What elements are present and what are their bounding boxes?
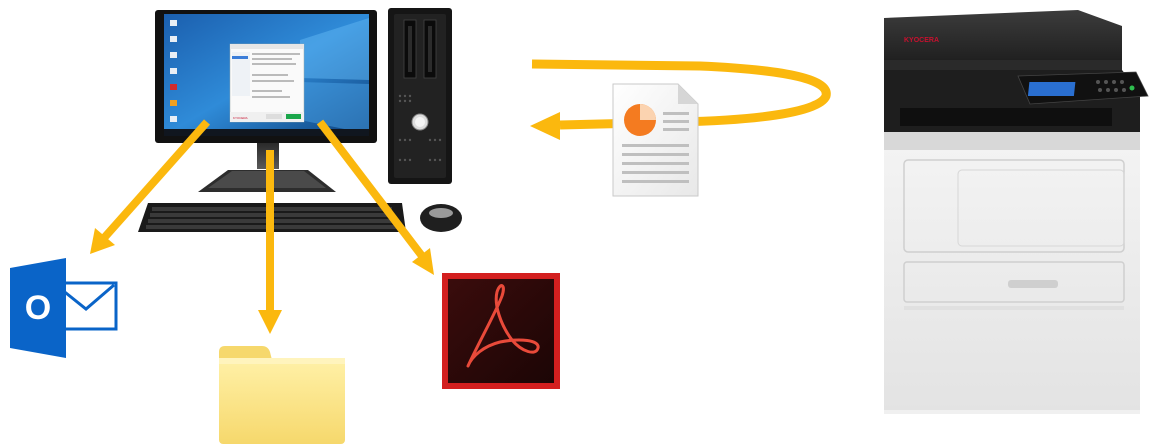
printer-brand-label: KYOCERA — [904, 37, 939, 44]
outlook-letter: O — [25, 289, 51, 327]
outlook-email-icon: O — [10, 258, 118, 358]
scan-app-window: KYOCERA — [229, 43, 305, 123]
acrobat-pdf-icon — [442, 273, 560, 389]
mouse-icon — [420, 204, 462, 232]
scan-workflow-diagram: KYOCERA KYOCERA O — [10, 8, 1149, 444]
multifunction-printer-icon: KYOCERA — [884, 10, 1149, 414]
scanned-document-icon — [612, 83, 699, 197]
tower-pc-icon — [388, 8, 452, 184]
folder-icon — [219, 346, 345, 444]
printer-touchscreen — [1027, 82, 1076, 96]
app-brand-label: KYOCERA — [233, 116, 248, 120]
